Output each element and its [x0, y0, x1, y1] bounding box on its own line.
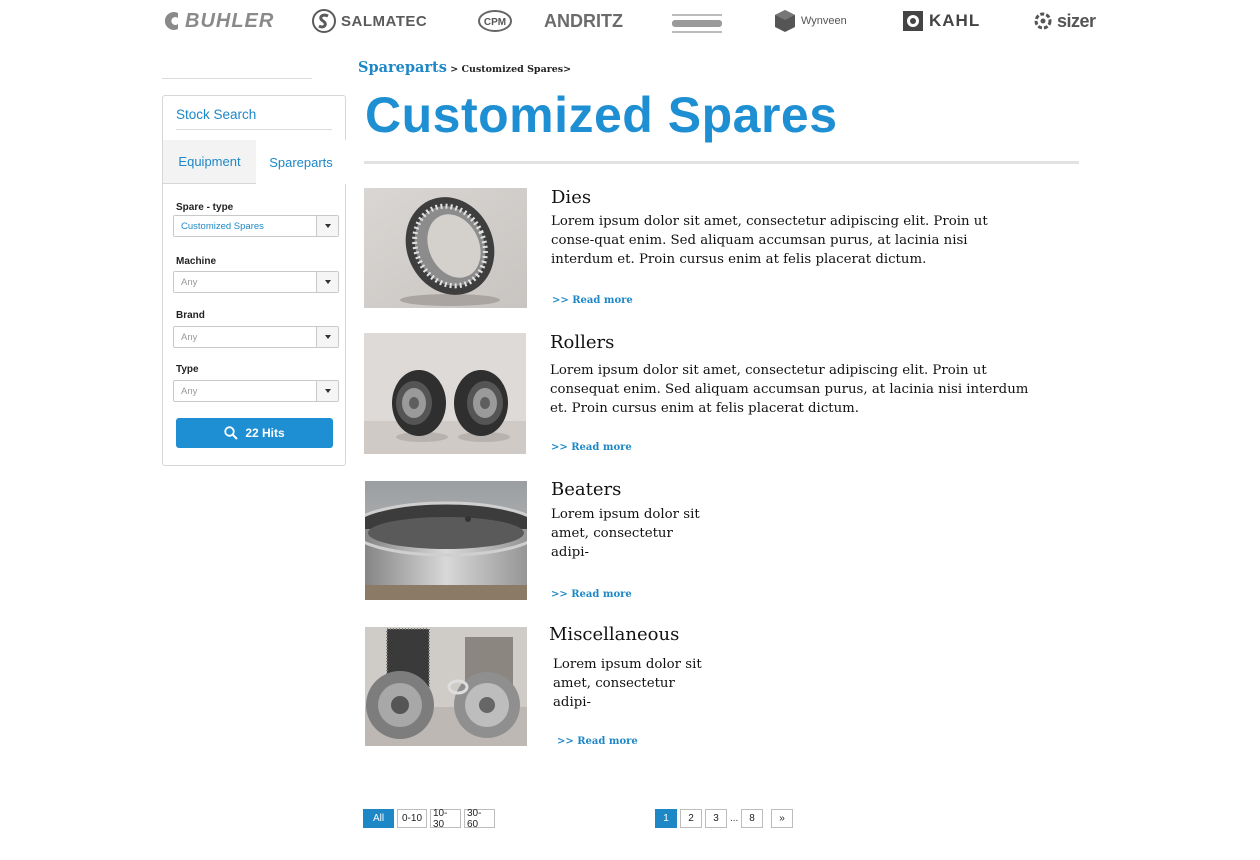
spare-type-value: Customized Spares — [181, 221, 264, 232]
brand-name: BUHLER — [185, 9, 275, 32]
kahl-square-icon — [903, 11, 923, 31]
rollers-photo — [364, 333, 526, 454]
filter-10-30-button[interactable]: 10-30 — [430, 808, 461, 830]
dropdown-button[interactable] — [316, 381, 338, 401]
page-3-button[interactable]: 3 — [705, 809, 727, 828]
read-more-link[interactable]: >> Read more — [557, 736, 638, 747]
title-divider — [364, 161, 1079, 164]
search-hits-button[interactable]: 22 Hits — [176, 418, 333, 448]
buhler-mark-icon — [164, 12, 178, 30]
salmatec-seal-icon — [312, 9, 336, 33]
page-2-button[interactable]: 2 — [680, 809, 702, 828]
dies-image[interactable] — [364, 188, 527, 308]
filter-all-button[interactable]: All — [363, 809, 394, 828]
miscellaneous-image[interactable] — [365, 627, 527, 746]
type-value: Any — [181, 386, 198, 397]
item-title[interactable]: Dies — [551, 187, 591, 208]
filter-0-10-button[interactable]: 0-10 — [397, 809, 427, 828]
panel-divider — [176, 129, 332, 130]
die-ring-photo — [364, 188, 527, 308]
svg-text:CPM: CPM — [484, 17, 506, 28]
beater-ring-photo — [365, 481, 527, 600]
caret-down-icon — [324, 280, 331, 284]
misc-parts-photo — [365, 627, 527, 746]
item-title[interactable]: Rollers — [550, 332, 614, 353]
type-select[interactable]: Any — [173, 380, 339, 402]
brand-logo-buhler[interactable]: BUHLER — [164, 6, 274, 36]
page-title: Customized Spares — [365, 87, 838, 143]
brand-name: sizer — [1057, 10, 1096, 31]
item-title[interactable]: Miscellaneous — [549, 624, 679, 645]
tab-spareparts[interactable]: Spareparts — [256, 140, 346, 184]
page-8-button[interactable]: 8 — [741, 809, 763, 828]
brand-logo-salmatec[interactable]: SALMATEC — [312, 6, 427, 36]
breadcrumb-spareparts-link[interactable]: Spareparts — [358, 59, 447, 76]
type-label: Type — [176, 364, 199, 375]
brand-name: ANDRITZ — [544, 10, 623, 31]
brand-logo-small[interactable] — [671, 9, 723, 39]
breadcrumb-current: > Customized Spares> — [446, 64, 572, 75]
item-description: Lorem ipsum dolor sit amet, consectetur … — [553, 657, 702, 710]
page-1-button[interactable]: 1 — [655, 809, 677, 828]
caret-down-icon — [324, 224, 331, 228]
read-more-link[interactable]: >> Read more — [551, 442, 632, 453]
item-title[interactable]: Beaters — [551, 479, 621, 500]
item-description: Lorem ipsum dolor sit amet, consectetur … — [551, 214, 988, 267]
caret-down-icon — [324, 335, 331, 339]
dropdown-button[interactable] — [316, 272, 338, 292]
read-more-link[interactable]: >> Read more — [552, 295, 633, 306]
brand-logo-kahl[interactable]: KAHL — [902, 6, 980, 36]
caret-down-icon — [324, 389, 331, 393]
brand-logo-sizer[interactable]: sizer — [1034, 6, 1096, 36]
rollers-image[interactable] — [364, 333, 526, 454]
hits-label: 22 Hits — [245, 426, 285, 440]
brand-name: KAHL — [929, 11, 981, 30]
sidebar-divider — [162, 78, 312, 79]
filter-30-60-button[interactable]: 30-60 — [464, 808, 495, 830]
stock-search-title: Stock Search — [176, 107, 257, 122]
item-description: Lorem ipsum dolor sit amet, consectetur … — [551, 507, 700, 560]
read-more-link[interactable]: >> Read more — [551, 589, 632, 600]
next-page-button[interactable]: » — [771, 809, 793, 828]
stock-search-panel: Stock Search Equipment Spareparts Spare … — [162, 95, 346, 466]
brand-value: Any — [181, 332, 198, 343]
range-filter: All 0-10 10-30 30-60 — [363, 808, 495, 830]
sizer-gear-icon — [1034, 12, 1052, 30]
spare-type-label: Spare - type — [176, 202, 234, 213]
search-tabs: Equipment Spareparts — [163, 140, 346, 184]
brand-logo-wynveen[interactable]: Wynveen — [774, 6, 847, 36]
brand-label: Brand — [176, 310, 205, 321]
dropdown-button[interactable] — [316, 327, 338, 347]
beaters-image[interactable] — [365, 481, 527, 600]
breadcrumb: Spareparts > Customized Spares> — [358, 57, 571, 76]
wynveen-cube-icon — [775, 10, 795, 32]
brand-select[interactable]: Any — [173, 326, 339, 348]
machine-select[interactable]: Any — [173, 271, 339, 293]
pagination-ellipsis: ... — [730, 813, 739, 824]
tab-equipment[interactable]: Equipment — [163, 140, 257, 183]
small-badge-logo — [672, 14, 722, 33]
brand-name: SALMATEC — [341, 12, 428, 30]
brand-logo-andritz[interactable]: ANDRITZ — [544, 6, 623, 36]
cpm-oval-logo: CPM — [478, 10, 512, 32]
pagination: 1 2 3 ... 8 » — [655, 809, 793, 828]
dropdown-button[interactable] — [316, 216, 338, 236]
spare-type-select[interactable]: Customized Spares — [173, 215, 339, 237]
brand-name: Wynveen — [801, 15, 847, 27]
brand-logo-cpm[interactable]: CPM — [478, 6, 512, 36]
item-description: Lorem ipsum dolor sit amet, consectetur … — [550, 363, 1029, 416]
machine-value: Any — [181, 277, 198, 288]
search-icon — [224, 426, 239, 440]
machine-label: Machine — [176, 256, 217, 267]
